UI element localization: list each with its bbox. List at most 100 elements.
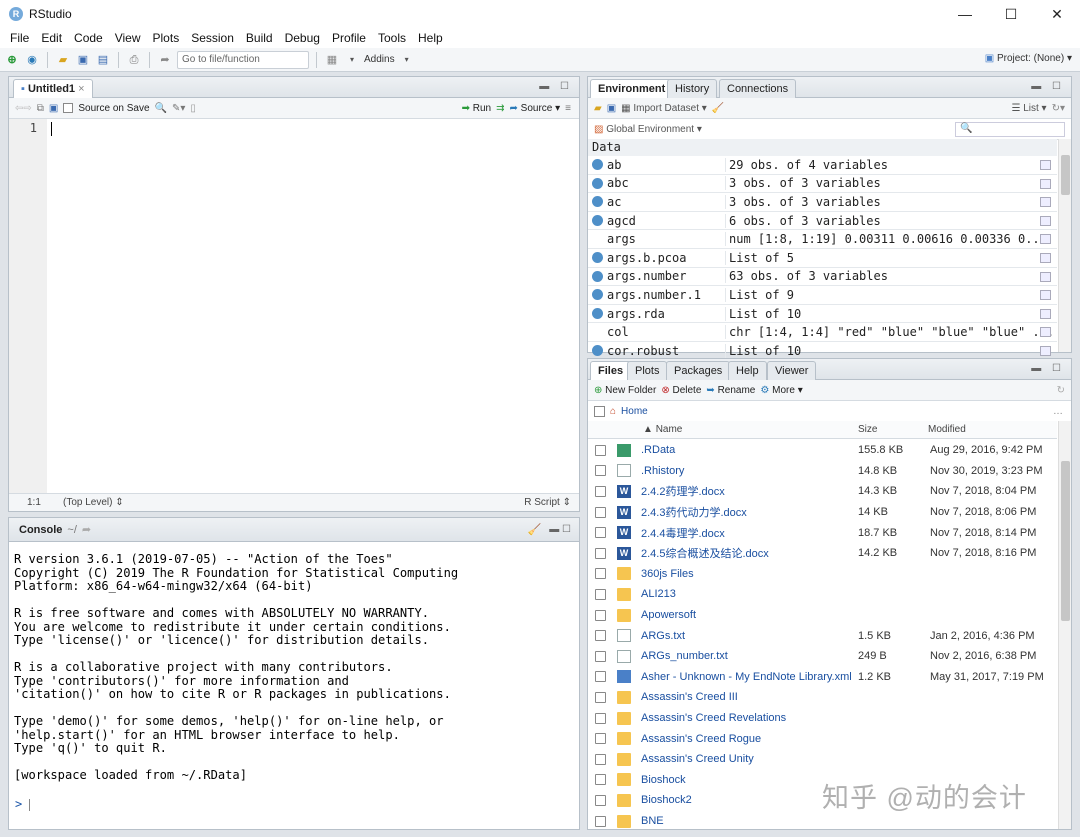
file-checkbox[interactable] xyxy=(595,588,606,600)
file-checkbox[interactable] xyxy=(595,733,606,745)
pane-minmax-icon[interactable]: ▬ ☐ xyxy=(1031,363,1065,374)
menu-file[interactable]: File xyxy=(4,31,35,45)
file-checkbox[interactable] xyxy=(595,691,606,703)
file-checkbox[interactable] xyxy=(595,753,606,765)
menu-edit[interactable]: Edit xyxy=(35,31,68,45)
expand-icon[interactable] xyxy=(592,215,603,227)
tab-help[interactable]: Help xyxy=(728,361,767,380)
search-icon[interactable]: 🔍 xyxy=(155,103,167,114)
file-checkbox[interactable] xyxy=(595,650,606,662)
file-name-link[interactable]: Bioshock xyxy=(641,774,686,786)
print-icon[interactable]: ⎙ xyxy=(126,52,142,68)
file-name-link[interactable]: Apowersoft xyxy=(641,609,696,621)
file-name-link[interactable]: 2.4.4毒理学.docx xyxy=(641,525,725,541)
column-size[interactable]: Size xyxy=(858,424,877,435)
chevron-down-icon[interactable]: ▾ xyxy=(399,52,415,68)
menu-tools[interactable]: Tools xyxy=(372,31,412,45)
file-checkbox[interactable] xyxy=(595,547,606,559)
menu-session[interactable]: Session xyxy=(185,31,240,45)
files-scrollbar[interactable] xyxy=(1058,421,1071,829)
code-editor[interactable]: 1 xyxy=(9,119,579,493)
goto-dir-icon[interactable]: ➦ xyxy=(82,523,91,536)
menu-code[interactable]: Code xyxy=(68,31,109,45)
file-type-selector[interactable]: R Script ⇕ xyxy=(524,497,579,508)
source-on-save-checkbox[interactable] xyxy=(63,103,74,113)
tab-plots[interactable]: Plots xyxy=(627,361,668,380)
file-name-link[interactable]: Assassin's Creed Rogue xyxy=(641,733,761,745)
minimize-button[interactable]: — xyxy=(942,0,988,28)
table-view-icon[interactable] xyxy=(1040,160,1051,170)
file-name-link[interactable]: Bioshock2 xyxy=(641,794,692,806)
import-dataset-button[interactable]: ▦ Import Dataset ▾ xyxy=(621,103,707,114)
file-name-link[interactable]: ALI213 xyxy=(641,588,676,600)
more-button[interactable]: ⚙ More ▾ xyxy=(760,385,802,396)
env-row[interactable]: ab 29 obs. of 4 variables xyxy=(588,156,1057,175)
env-row[interactable]: abc 3 obs. of 3 variables xyxy=(588,175,1057,194)
file-name-link[interactable]: .RData xyxy=(641,444,675,456)
table-view-icon[interactable] xyxy=(1040,327,1051,338)
open-workspace-icon[interactable]: ▰ xyxy=(594,103,602,114)
delete-button[interactable]: ⊗ Delete xyxy=(661,385,701,396)
file-name-link[interactable]: 360js Files xyxy=(641,568,694,580)
magic-wand-icon[interactable]: ✎▾ xyxy=(172,103,185,114)
expand-icon[interactable] xyxy=(592,270,603,282)
env-row[interactable]: args.number 63 obs. of 3 variables xyxy=(588,268,1057,287)
table-view-icon[interactable] xyxy=(1040,197,1051,208)
goto-file-input[interactable]: Go to file/function xyxy=(177,50,309,69)
project-menu[interactable]: ▣ Project: (None) ▾ xyxy=(985,53,1072,64)
expand-icon[interactable] xyxy=(592,289,603,301)
pane-minmax-icon[interactable]: ▬ ☐ xyxy=(539,81,573,92)
tab-packages[interactable]: Packages xyxy=(666,361,731,380)
refresh-icon[interactable]: ↻ xyxy=(1057,385,1065,396)
grid-layout-icon[interactable]: ▦ xyxy=(324,52,340,68)
scroll-thumb[interactable] xyxy=(1061,461,1070,621)
file-name-link[interactable]: 2.4.3药代动力学.docx xyxy=(641,504,747,520)
scope-selector[interactable]: (Top Level) ⇕ xyxy=(55,497,124,508)
env-row[interactable]: args.b.pcoa List of 5 xyxy=(588,249,1057,268)
global-env-selector[interactable]: ▨ Global Environment ▾ xyxy=(594,124,702,135)
file-checkbox[interactable] xyxy=(595,444,606,456)
open-file-icon[interactable]: ▰ xyxy=(55,52,71,68)
save-icon[interactable]: ▣ xyxy=(49,103,58,114)
env-scrollbar[interactable] xyxy=(1058,139,1071,352)
expand-icon[interactable] xyxy=(592,308,603,320)
file-name-link[interactable]: Assassin's Creed Revelations xyxy=(641,712,786,724)
file-name-link[interactable]: 2.4.2药理学.docx xyxy=(641,483,725,499)
new-file-icon[interactable]: ⊕ xyxy=(4,52,20,68)
console-prompt[interactable]: > xyxy=(15,797,31,811)
chevron-down-icon[interactable]: ▾ xyxy=(344,52,360,68)
scroll-thumb[interactable] xyxy=(1061,155,1070,195)
file-name-link[interactable]: .Rhistory xyxy=(641,465,684,477)
menu-profile[interactable]: Profile xyxy=(326,31,372,45)
tab-connections[interactable]: Connections xyxy=(719,79,797,98)
file-checkbox[interactable] xyxy=(595,506,606,518)
expand-icon[interactable] xyxy=(592,159,603,171)
file-name-link[interactable]: Asher - Unknown - My EndNote Library.xml xyxy=(641,671,852,683)
addins-menu[interactable]: Addins xyxy=(364,54,395,65)
env-row[interactable]: agcd 6 obs. of 3 variables xyxy=(588,212,1057,231)
menu-debug[interactable]: Debug xyxy=(279,31,326,45)
pane-minmax-icon[interactable]: ▬ ☐ xyxy=(549,524,571,535)
menu-help[interactable]: Help xyxy=(412,31,449,45)
search-icon[interactable] xyxy=(1040,290,1051,301)
file-checkbox[interactable] xyxy=(595,465,606,477)
source-button[interactable]: ➦ Source ▾ xyxy=(509,103,560,114)
expand-icon[interactable] xyxy=(592,177,603,189)
tab-files[interactable]: Files xyxy=(590,361,632,380)
file-checkbox[interactable] xyxy=(595,774,606,786)
select-all-checkbox[interactable] xyxy=(594,406,605,417)
more-path-icon[interactable]: … xyxy=(1053,406,1063,417)
file-checkbox[interactable] xyxy=(595,671,606,683)
file-checkbox[interactable] xyxy=(595,568,606,580)
table-view-icon[interactable] xyxy=(1040,234,1051,245)
menu-view[interactable]: View xyxy=(109,31,147,45)
clear-broom-icon[interactable]: 🧹 xyxy=(712,103,724,114)
file-name-link[interactable]: ARGs_number.txt xyxy=(641,650,728,662)
env-row[interactable]: col chr [1:4, 1:4] "red" "blue" "blue" "b… xyxy=(588,323,1057,342)
tab-untitled1[interactable]: ▪ Untitled1 × xyxy=(13,79,93,98)
save-all-icon[interactable]: ▤ xyxy=(95,52,111,68)
table-view-icon[interactable] xyxy=(1040,178,1051,189)
new-folder-button[interactable]: ⊕ New Folder xyxy=(594,385,656,396)
table-view-icon[interactable] xyxy=(1040,271,1051,282)
refresh-icon[interactable]: ↻▾ xyxy=(1052,103,1065,114)
